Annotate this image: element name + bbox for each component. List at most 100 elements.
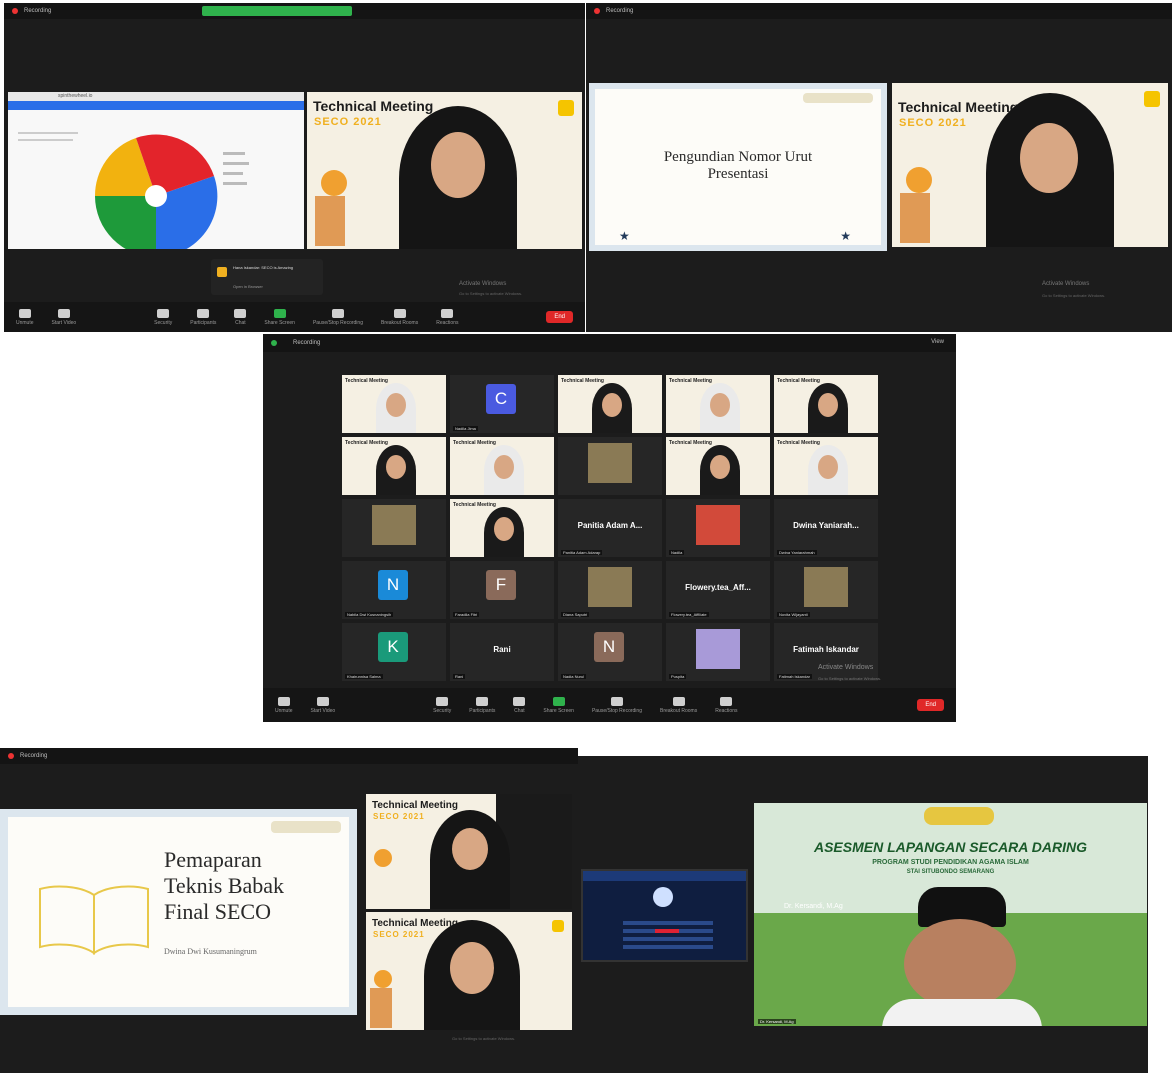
participant-tile[interactable]: N Nabila Dwi Kusnaningsih: [342, 561, 446, 619]
shield-icon: [436, 696, 449, 706]
zoom-topbar: Recording View: [263, 334, 956, 352]
shared-window-thumbnail[interactable]: [581, 869, 748, 962]
end-meeting-button[interactable]: End: [917, 699, 944, 711]
microphone-icon: [277, 696, 290, 706]
participants-icon: [197, 308, 210, 318]
participant-tile[interactable]: Technical Meeting: [342, 437, 446, 495]
screen-share-banner[interactable]: [202, 6, 352, 16]
start-video-button[interactable]: Start Video: [52, 308, 76, 326]
recording-icon: [12, 8, 18, 14]
unmute-button[interactable]: Unmute: [16, 308, 34, 326]
security-button[interactable]: Security: [433, 696, 451, 714]
participant-tile[interactable]: Panitia Adam A... Panitia Adam Adarap: [558, 499, 662, 557]
participant-tile[interactable]: N Nadia Nurul: [558, 623, 662, 681]
avatar: N: [594, 632, 624, 662]
participant-video: [372, 505, 416, 545]
open-book-icon: [39, 885, 149, 955]
participants-button[interactable]: Participants: [190, 308, 216, 326]
browser-url-bar[interactable]: spinthewheel.io: [8, 92, 304, 101]
participant-name-tag: Dr. Kersandi, M.Ag: [758, 1019, 796, 1024]
participant-tile[interactable]: Diana Saputri: [558, 561, 662, 619]
participant-tile[interactable]: Novita Wijayanti: [774, 561, 878, 619]
participant-tile[interactable]: F Faradila Fitri: [450, 561, 554, 619]
tile-heading: Technical Meeting: [777, 440, 820, 446]
participant-display-name: Fatimah Iskandar: [793, 645, 859, 654]
end-meeting-button[interactable]: End: [546, 311, 573, 323]
participant-name-label: Nadila Jima: [453, 426, 478, 431]
banner-line-2: PROGRAM STUDI PENDIDIKAN AGAMA ISLAM: [872, 859, 1029, 866]
participant-tile[interactable]: [558, 437, 662, 495]
slide-logos: [271, 821, 341, 833]
participant-tile[interactable]: Technical Meeting: [342, 375, 446, 433]
recording-control-button[interactable]: Pause/Stop Recording: [313, 308, 363, 326]
participant-tile[interactable]: K Khairunnisa Salma: [342, 623, 446, 681]
chat-button[interactable]: Chat: [513, 696, 526, 714]
participant-tile[interactable]: Dwina Yaniarah... Dwina Yaniarahmah: [774, 499, 878, 557]
activate-windows-watermark: Activate Windows: [818, 664, 874, 671]
presentation-slide: Pengundian Nomor Urut Presentasi ★ ★: [589, 83, 887, 251]
share-screen-button[interactable]: Share Screen: [543, 696, 574, 714]
activate-windows-sub: Go to Settings to activate Windows.: [1042, 293, 1106, 298]
share-screen-button[interactable]: Share Screen: [264, 308, 295, 326]
tile-subheading: SECO 2021: [373, 930, 425, 939]
screenshot-gallery: Recording View Technical Meeting C Nadila …: [263, 334, 956, 722]
activate-windows-watermark: Activate Windows: [1042, 281, 1090, 287]
tile-subheading: SECO 2021: [373, 812, 425, 821]
participant-display-name: Flowery.tea_Aff...: [685, 583, 751, 592]
seco-logo-icon: [552, 920, 564, 932]
recording-control-button[interactable]: Pause/Stop Recording: [592, 696, 642, 714]
participant-display-name: Panitia Adam A...: [577, 521, 643, 530]
participant-tile[interactable]: Technical Meeting: [774, 437, 878, 495]
participant-tile[interactable]: Technical Meeting: [666, 437, 770, 495]
chat-button[interactable]: Chat: [234, 308, 247, 326]
thumbnail-bars: [623, 921, 713, 951]
participant-name-label: Panitia Adam Adarap: [561, 550, 603, 555]
recording-label: Recording: [606, 8, 634, 14]
slide-title-line-1: Pemaparan: [164, 847, 262, 872]
breakout-rooms-button[interactable]: Breakout Rooms: [381, 308, 418, 326]
participant-tile[interactable]: Technical Meeting: [450, 499, 554, 557]
reactions-button[interactable]: Reactions: [715, 696, 737, 714]
participant-tile[interactable]: Technical Meeting: [558, 375, 662, 433]
view-button[interactable]: View: [931, 339, 944, 345]
breakout-rooms-button[interactable]: Breakout Rooms: [660, 696, 697, 714]
participant-tile[interactable]: C Nadila Jima: [450, 375, 554, 433]
spin-wheel[interactable]: [8, 110, 304, 249]
participant-tile[interactable]: [342, 499, 446, 557]
recording-icon: [8, 753, 14, 759]
building-decoration-icon: [900, 193, 930, 243]
security-button[interactable]: Security: [154, 308, 172, 326]
participant-name-label: Nadia Nurul: [561, 674, 587, 679]
participant-tile[interactable]: Technical Meeting: [666, 375, 770, 433]
participant-tile[interactable]: Flowery.tea_Aff... Flowery.tea_Affiliate: [666, 561, 770, 619]
participant-tile[interactable]: Nadila: [666, 499, 770, 557]
start-video-button[interactable]: Start Video: [311, 696, 335, 714]
video-camera-icon: [57, 308, 70, 318]
thumbnail-header: [583, 871, 746, 881]
speaker-tile: Technical Meeting SECO 2021: [307, 92, 582, 249]
participant-tile[interactable]: Technical Meeting: [450, 437, 554, 495]
participant-tile[interactable]: Technical Meeting: [774, 375, 878, 433]
participant-tile[interactable]: Puspita: [666, 623, 770, 681]
breakout-rooms-icon: [672, 696, 685, 706]
participant-tile[interactable]: Rani Rani: [450, 623, 554, 681]
chat-notification[interactable]: Hana Iskandar: SECO is Amazing Open in B…: [211, 259, 323, 295]
participant-video: [588, 443, 632, 483]
recording-label: Recording: [293, 340, 321, 346]
slide-title: Pengundian Nomor Urut Presentasi: [663, 149, 813, 182]
reactions-button[interactable]: Reactions: [436, 308, 458, 326]
slide-author: Dwina Dwi Kusumaningrum: [164, 947, 257, 956]
thumbnail-chart: [653, 887, 673, 907]
banner-logos: [924, 807, 994, 825]
participant-face: [818, 455, 838, 479]
participants-button[interactable]: Participants: [469, 696, 495, 714]
participant-tile[interactable]: Fatimah Iskandar Fatimah Iskandar: [774, 623, 878, 681]
participant-name-label: Novita Wijayanti: [777, 612, 810, 617]
banner-line-3: STAI SITUBONDO SEMARANG: [906, 869, 995, 875]
activate-windows-sub: Go to Settings to activate Windows.: [818, 676, 882, 681]
notification-body[interactable]: Open in Browser: [233, 284, 263, 289]
zoom-topbar: Recording: [586, 3, 1172, 19]
unmute-button[interactable]: Unmute: [275, 696, 293, 714]
presentation-slide: Pemaparan Teknis Babak Final SECO Dwina …: [0, 809, 357, 1015]
activate-windows-sub: Go to Settings to activate Windows.: [452, 1036, 516, 1041]
